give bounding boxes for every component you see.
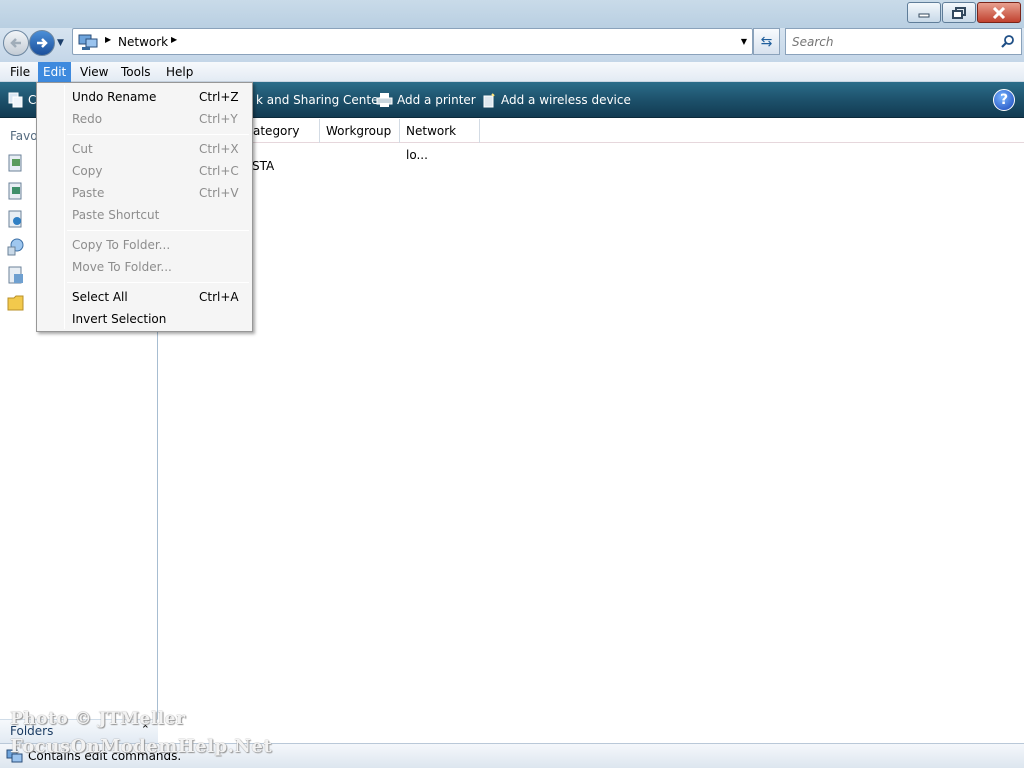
toolbar-item-network[interactable]: C — [8, 82, 36, 118]
menu-separator — [67, 282, 249, 283]
menu-item-select-all[interactable]: Select All Ctrl+A — [39, 286, 250, 308]
menu-file[interactable]: File — [5, 62, 35, 82]
menu-help[interactable]: Help — [161, 62, 198, 82]
menu-item-label: Select All — [72, 290, 128, 304]
search-box[interactable] — [785, 28, 1022, 55]
folder-icon[interactable] — [6, 293, 26, 313]
menu-view[interactable]: View — [75, 62, 113, 82]
watermark-line2: FocusOnModemHelp.Net — [10, 736, 273, 757]
refresh-icon: ⇆ — [760, 33, 773, 50]
menu-item-shortcut: Ctrl+Z — [199, 90, 239, 104]
file-list-pane: ategory Workgroup Network lo... STA — [159, 119, 1024, 743]
menu-separator — [67, 230, 249, 231]
breadcrumb-separator-icon[interactable]: ▶ — [171, 35, 177, 44]
back-arrow-icon — [10, 38, 21, 48]
window-controls — [906, 2, 1021, 23]
minimize-button[interactable] — [907, 2, 941, 23]
menu-item-label: Undo Rename — [72, 90, 157, 104]
menu-item-copy-to-folder[interactable]: Copy To Folder... — [39, 234, 250, 256]
forward-arrow-icon — [37, 38, 48, 48]
menu-item-label: Paste — [72, 186, 105, 200]
menu-item-invert-selection[interactable]: Invert Selection — [39, 308, 250, 330]
menu-item-shortcut: Ctrl+C — [199, 164, 239, 178]
chevron-down-icon[interactable]: ▼ — [57, 38, 64, 48]
menu-item-label: Copy To Folder... — [72, 238, 171, 252]
close-icon — [992, 6, 1006, 19]
title-bar — [0, 0, 1024, 28]
restore-button[interactable] — [942, 2, 976, 23]
menu-separator — [67, 134, 249, 135]
menu-item-label: Paste Shortcut — [72, 208, 160, 222]
menu-item-paste-shortcut[interactable]: Paste Shortcut — [39, 204, 250, 226]
restore-icon — [952, 6, 966, 19]
documents-icon[interactable] — [6, 153, 26, 173]
watermark-line1: Photo © JTMeller — [10, 709, 186, 729]
toolbar-item-add-wireless[interactable]: Add a wireless device — [481, 82, 631, 118]
edit-menu: Undo Rename Ctrl+Z Redo Ctrl+Y Cut Ctrl+… — [36, 82, 253, 332]
menu-bar: File Edit View Tools Help — [0, 62, 1024, 82]
music-icon[interactable] — [6, 209, 26, 229]
search-input[interactable] — [790, 30, 990, 54]
menu-item-shortcut: Ctrl+V — [199, 186, 239, 200]
menu-item-label: Move To Folder... — [72, 260, 172, 274]
network-items-icon — [8, 92, 23, 108]
menu-tools[interactable]: Tools — [116, 62, 156, 82]
breadcrumb-separator-icon[interactable]: ▶ — [105, 35, 111, 44]
help-icon: ? — [999, 92, 1009, 108]
menu-item-cut[interactable]: Cut Ctrl+X — [39, 138, 250, 160]
toolbar-label: Add a printer — [397, 93, 476, 107]
column-header-network-location[interactable]: Network lo... — [400, 119, 480, 162]
toolbar-label: k and Sharing Center — [256, 93, 384, 107]
menu-item-paste[interactable]: Paste Ctrl+V — [39, 182, 250, 204]
back-button[interactable] — [3, 30, 29, 56]
favorite-links-header: Favo — [10, 129, 38, 143]
menu-item-shortcut: Ctrl+Y — [199, 112, 238, 126]
close-button[interactable] — [977, 2, 1021, 23]
address-bar[interactable]: ▶ Network ▶ ▼ — [72, 28, 753, 55]
toolbar-label: Add a wireless device — [501, 93, 631, 107]
menu-item-label: Copy — [72, 164, 103, 178]
toolbar-item-add-printer[interactable]: Add a printer — [376, 82, 476, 118]
menu-item-shortcut: Ctrl+X — [199, 142, 239, 156]
searches-icon[interactable] — [6, 237, 26, 257]
column-header-category[interactable]: ategory — [247, 119, 320, 143]
search-icon[interactable] — [1001, 35, 1015, 49]
menu-item-copy[interactable]: Copy Ctrl+C — [39, 160, 250, 182]
address-row: ▼ ▶ Network ▶ ▼ ⇆ — [0, 28, 1024, 62]
menu-item-label: Redo — [72, 112, 103, 126]
menu-item-label: Invert Selection — [72, 312, 167, 326]
menu-item-shortcut: Ctrl+A — [199, 290, 239, 304]
list-item[interactable]: STA — [252, 159, 274, 173]
refresh-button[interactable]: ⇆ — [753, 28, 780, 55]
minimize-icon — [918, 13, 930, 17]
public-icon[interactable] — [6, 265, 26, 285]
menu-item-redo[interactable]: Redo Ctrl+Y — [39, 108, 250, 130]
help-button[interactable]: ? — [993, 89, 1015, 111]
toolbar-item-sharing-center[interactable]: k and Sharing Center — [252, 82, 383, 118]
column-header-workgroup[interactable]: Workgroup — [320, 119, 400, 143]
column-headers: ategory Workgroup Network lo... — [159, 119, 1024, 162]
address-dropdown-icon[interactable]: ▼ — [741, 37, 747, 46]
menu-edit[interactable]: Edit — [38, 62, 72, 82]
menu-item-move-to-folder[interactable]: Move To Folder... — [39, 256, 250, 278]
menu-item-label: Cut — [72, 142, 93, 156]
pictures-icon[interactable] — [6, 181, 26, 201]
breadcrumb-network[interactable]: Network — [118, 35, 168, 49]
network-computer-icon — [78, 34, 98, 50]
menu-item-undo-rename[interactable]: Undo Rename Ctrl+Z — [39, 86, 250, 108]
wireless-device-icon — [483, 93, 495, 108]
forward-button[interactable] — [29, 30, 55, 56]
printer-icon — [376, 93, 393, 107]
